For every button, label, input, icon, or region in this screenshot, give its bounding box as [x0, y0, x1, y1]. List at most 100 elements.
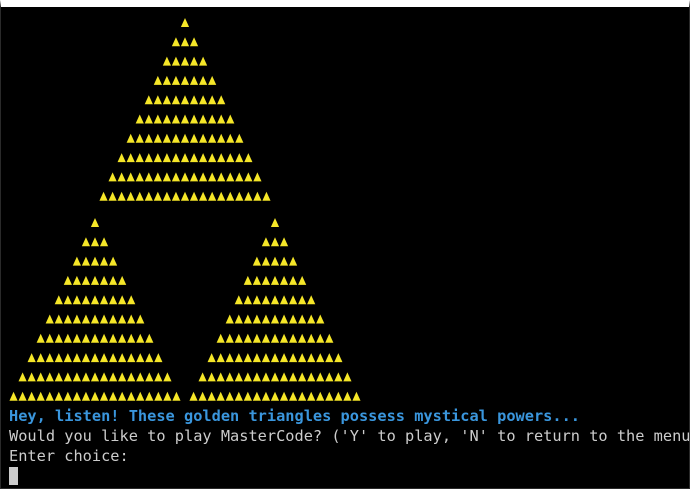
- triangle-glyph: [36, 353, 45, 363]
- triangle-glyph: [154, 391, 163, 401]
- triangle-glyph: [145, 353, 154, 363]
- triangle-glyph: [279, 372, 289, 382]
- triangle-glyph: [226, 172, 235, 182]
- triangle-glyph: [261, 333, 271, 343]
- triangle-glyph: [54, 353, 63, 363]
- triangle-glyph: [45, 391, 54, 401]
- triangle-glyph: [145, 391, 154, 401]
- triangle-glyph: [81, 333, 91, 343]
- triangle-glyph: [153, 95, 162, 105]
- triangle-glyph: [54, 372, 63, 382]
- triangle-glyph: [298, 314, 307, 324]
- triangle-glyph: [234, 314, 243, 324]
- triangle-glyph: [244, 191, 253, 201]
- triangle-glyph: [99, 191, 108, 201]
- triangle-glyph: [81, 391, 91, 401]
- triangle-glyph: [27, 353, 36, 363]
- triangle-glyph: [108, 191, 117, 201]
- triangle-glyph: [45, 314, 54, 324]
- triangle-glyph: [99, 372, 109, 382]
- triangle-glyph: [225, 391, 234, 401]
- triangle-glyph: [243, 391, 252, 401]
- triangle-glyph: [154, 372, 163, 382]
- triangle-glyph: [279, 314, 289, 324]
- triangle-glyph: [90, 391, 100, 401]
- triangle-glyph: [136, 353, 145, 363]
- triangle-glyph: [90, 295, 100, 305]
- triangle-glyph: [270, 275, 280, 285]
- triangle-glyph: [235, 191, 244, 201]
- triangle-glyph: [307, 314, 316, 324]
- triangle-glyph: [127, 333, 136, 343]
- triangle-glyph: [261, 295, 271, 305]
- triangle-glyph: [199, 191, 208, 201]
- triangle-glyph: [298, 372, 307, 382]
- triangle-glyph: [216, 353, 225, 363]
- triangle-glyph: [144, 114, 153, 124]
- triangle-glyph: [189, 391, 198, 401]
- triangle-glyph: [243, 314, 252, 324]
- triangle-glyph: [289, 333, 298, 343]
- triangle-glyph: [162, 191, 171, 201]
- triangle-glyph: [162, 153, 171, 163]
- triangle-glyph: [171, 114, 181, 124]
- triangle-glyph: [270, 353, 280, 363]
- triangle-glyph: [189, 133, 199, 143]
- triangle-glyph: [226, 191, 235, 201]
- triangle-glyph: [180, 172, 190, 182]
- triangle-glyph: [253, 172, 262, 182]
- triangle-glyph: [90, 237, 100, 247]
- triangle-glyph: [135, 133, 144, 143]
- triangle-glyph: [118, 275, 127, 285]
- triangle-glyph: [109, 353, 118, 363]
- triangle-glyph: [289, 372, 298, 382]
- triangle-glyph: [262, 191, 271, 201]
- triangle-glyph: [325, 353, 334, 363]
- triangle-glyph: [252, 333, 261, 343]
- triangle-glyph: [18, 391, 27, 401]
- triangle-glyph: [334, 391, 343, 401]
- triangle-glyph: [208, 75, 217, 85]
- triangle-glyph: [243, 372, 252, 382]
- triangle-glyph: [298, 353, 307, 363]
- triangle-glyph: [208, 172, 217, 182]
- triangle-glyph: [54, 333, 63, 343]
- triangle-glyph: [180, 153, 190, 163]
- triangle-glyph: [118, 391, 127, 401]
- triangle-glyph: [225, 372, 234, 382]
- triangle-glyph: [189, 75, 199, 85]
- triangle-glyph: [261, 275, 271, 285]
- triangle-glyph: [18, 372, 27, 382]
- triangle-glyph: [135, 114, 144, 124]
- triangle-glyph: [208, 191, 217, 201]
- triangle-glyph: [90, 218, 100, 227]
- triangle-glyph: [81, 314, 91, 324]
- text-cursor[interactable]: [9, 467, 18, 485]
- play-prompt: Would you like to play MasterCode? ('Y' …: [9, 427, 690, 445]
- triangle-glyph: [72, 372, 81, 382]
- triangle-glyph: [72, 353, 81, 363]
- triangle-glyph: [99, 314, 109, 324]
- triangle-glyph: [162, 114, 171, 124]
- triangle-glyph: [145, 333, 154, 343]
- triangle-glyph: [45, 372, 54, 382]
- triangle-glyph: [316, 314, 325, 324]
- triangle-glyph: [63, 391, 72, 401]
- triangle-glyph: [90, 314, 100, 324]
- terminal-window[interactable]: Hey, listen! These golden triangles poss…: [0, 0, 690, 489]
- triangle-glyph: [208, 153, 217, 163]
- triangle-glyph: [298, 333, 307, 343]
- triangle-glyph: [199, 114, 208, 124]
- triangle-glyph: [54, 314, 63, 324]
- triangle-glyph: [81, 237, 91, 247]
- triangle-glyph: [216, 333, 225, 343]
- triangle-glyph: [117, 172, 126, 182]
- triangle-glyph: [117, 153, 126, 163]
- triangle-glyph: [27, 372, 36, 382]
- triangle-glyph: [153, 75, 162, 85]
- triangle-glyph: [270, 256, 280, 266]
- triangle-glyph: [235, 133, 244, 143]
- triangle-glyph: [171, 37, 181, 47]
- triangle-glyph: [189, 114, 199, 124]
- triangle-glyph: [343, 391, 352, 401]
